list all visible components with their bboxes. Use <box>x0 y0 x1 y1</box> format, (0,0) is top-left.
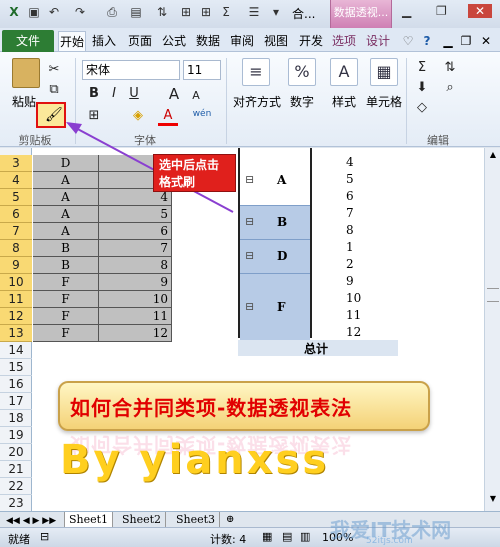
callout-line-2: 格式刷 <box>159 175 196 189</box>
callout-box: 选中后点击 格式刷 <box>153 154 236 192</box>
author-byline: By yianxss <box>60 437 330 483</box>
watermark-url: 52itjs.com <box>366 536 413 546</box>
banner-title: 如何合并同类项-数据透视表法 <box>70 396 353 420</box>
title-banner: 如何合并同类项-数据透视表法 <box>58 381 430 431</box>
arrow-head <box>66 122 82 134</box>
callout-line-1: 选中后点击 <box>159 158 220 172</box>
